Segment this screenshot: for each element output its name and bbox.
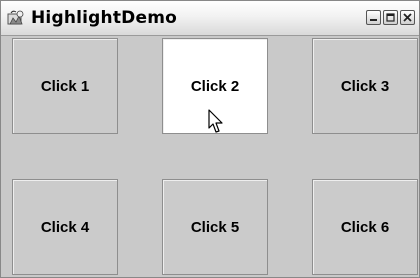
window-title: HighlightDemo [31,8,178,28]
mouse-pointer-icon [208,109,223,133]
close-icon [403,13,412,22]
maximize-icon [386,13,395,22]
content-panel: Click 1 Click 2 Click 3 Click 4 Click 5 … [3,36,418,277]
button-label: Click 4 [40,218,90,236]
click-4-button[interactable]: Click 4 [12,179,118,275]
click-6-button[interactable]: Click 6 [312,179,418,275]
app-icon [7,10,24,25]
minimize-icon [370,19,377,21]
click-5-button[interactable]: Click 5 [162,179,268,275]
button-label: Click 1 [40,77,90,95]
button-label: Click 2 [190,77,240,95]
button-label: Click 6 [340,218,390,236]
click-1-button[interactable]: Click 1 [12,38,118,134]
button-label: Click 3 [340,77,390,95]
maximize-button[interactable] [383,10,398,25]
close-button[interactable] [400,10,415,25]
button-label: Click 5 [190,218,240,236]
app-window: HighlightDemo Click 1 Click 2 Click 3 Cl… [0,0,420,278]
minimize-button[interactable] [366,10,381,25]
click-3-button[interactable]: Click 3 [312,38,418,134]
title-bar[interactable]: HighlightDemo [1,1,419,36]
